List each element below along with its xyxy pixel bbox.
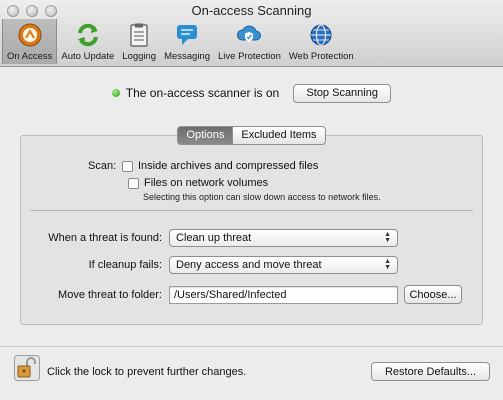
threat-found-select[interactable]: Clean up threat ▲ ▼ [169, 229, 398, 247]
toolbar-label: Auto Update [61, 51, 115, 62]
select-arrows-icon: ▲ ▼ [384, 258, 391, 271]
scan-network-row: Files on network volumes [128, 177, 268, 189]
scanner-status: The on-access scanner is on Stop Scannin… [0, 82, 503, 104]
toolbar-label: On Access [7, 51, 53, 62]
globe-icon [307, 21, 335, 49]
toolbar-item-web-protection[interactable]: Web Protection [285, 19, 358, 64]
move-folder-input[interactable]: /Users/Shared/Infected [169, 285, 398, 304]
toolbar-label: Web Protection [288, 51, 354, 62]
network-volumes-label: Files on network volumes [144, 177, 269, 189]
move-folder-row: Move threat to folder: /Users/Shared/Inf… [20, 285, 462, 304]
app-window: On-access Scanning On Access Auto Update… [0, 0, 503, 400]
lock-icon[interactable] [14, 355, 40, 381]
toolbar-item-live-protection[interactable]: Live Protection [214, 19, 285, 64]
choose-folder-button[interactable]: Choose... [404, 285, 462, 304]
lock-text: Click the lock to prevent further change… [47, 366, 247, 378]
toolbar-item-on-access[interactable]: On Access [2, 19, 58, 64]
footer-divider [0, 346, 503, 347]
archives-label: Inside archives and compressed files [138, 160, 319, 172]
tab-options[interactable]: Options [177, 126, 234, 145]
divider [30, 210, 473, 211]
threat-found-label: When a threat is found: [48, 232, 162, 244]
on-access-icon [16, 21, 44, 49]
tab-excluded-items[interactable]: Excluded Items [233, 126, 326, 145]
stop-scanning-button[interactable]: Stop Scanning [293, 83, 392, 103]
toolbar-label: Live Protection [218, 51, 281, 62]
cleanup-fails-value: Deny access and move threat [176, 259, 322, 271]
cloud-shield-icon [235, 21, 263, 49]
toolbar-label: Messaging [164, 51, 211, 62]
cleanup-fails-row: If cleanup fails: Deny access and move t… [20, 256, 398, 274]
toolbar: On-access Scanning On Access Auto Update… [0, 0, 503, 67]
refresh-icon [74, 21, 102, 49]
threat-found-row: When a threat is found: Clean up threat … [20, 229, 398, 247]
toolbar-item-messaging[interactable]: Messaging [160, 19, 214, 64]
toolbar-item-logging[interactable]: Logging [118, 19, 160, 64]
clipboard-icon [125, 21, 153, 49]
status-text: The on-access scanner is on [125, 86, 280, 100]
scan-label: Scan: [88, 160, 117, 172]
network-volumes-note: Selecting this option can slow down acce… [143, 192, 381, 202]
toolbar-item-auto-update[interactable]: Auto Update [57, 19, 118, 64]
threat-found-value: Clean up threat [176, 232, 252, 244]
network-volumes-checkbox[interactable] [128, 177, 139, 189]
status-indicator [111, 89, 120, 97]
move-folder-label: Move threat to folder: [58, 288, 162, 301]
toolbar-label: Logging [122, 51, 157, 62]
select-arrows-icon: ▲ ▼ [384, 231, 391, 244]
scan-archives-row: Scan: Inside archives and compressed fil… [88, 160, 318, 172]
chat-icon [173, 21, 201, 49]
restore-defaults-button[interactable]: Restore Defaults... [371, 362, 490, 381]
toolbar-items: On Access Auto Update Logging Messaging … [2, 19, 358, 64]
cleanup-fails-select[interactable]: Deny access and move threat ▲ ▼ [169, 256, 398, 274]
archives-checkbox[interactable] [122, 160, 133, 172]
tab-bar: Options Excluded Items [0, 126, 503, 145]
window-title: On-access Scanning [191, 3, 312, 18]
cleanup-fails-label: If cleanup fails: [88, 259, 162, 271]
